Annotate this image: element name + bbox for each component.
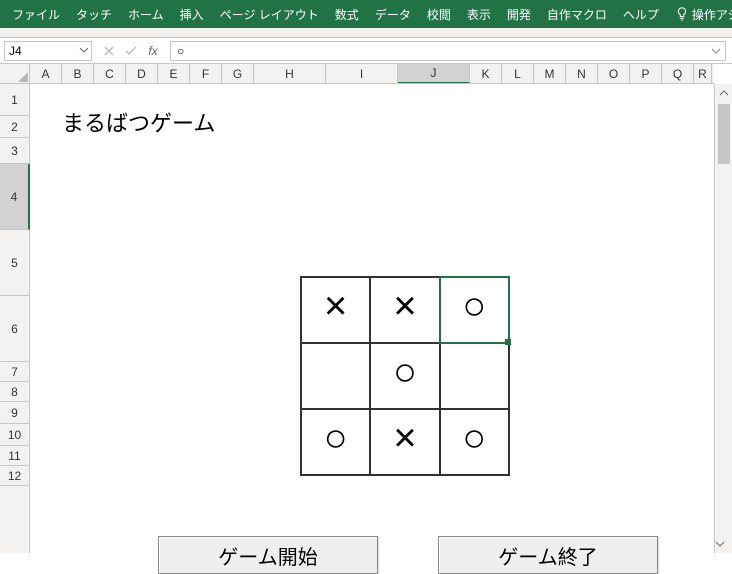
row-header-1[interactable]: 1 [0, 84, 29, 116]
sheet-grid[interactable]: まるばつゲーム × × ○ ○ ○ × ○ ゲーム開始 [30, 84, 714, 553]
ribbon-tab-view[interactable]: 表示 [459, 0, 499, 28]
ribbon-tab-pagelayout[interactable]: ページ レイアウト [212, 0, 327, 28]
ribbon-tab-formulas[interactable]: 数式 [327, 0, 367, 28]
page-title: まるばつゲーム [62, 106, 215, 138]
ribbon-tab-help[interactable]: ヘルプ [615, 0, 667, 28]
column-header-M[interactable]: M [534, 64, 566, 83]
column-header-B[interactable]: B [62, 64, 94, 83]
ttt-cell-J5[interactable] [440, 343, 509, 409]
ttt-cell-H5[interactable] [301, 343, 370, 409]
worksheet-area: ABCDEFGHIJKLMNOPQR 123456789101112 まるばつゲ… [0, 64, 732, 553]
game-end-button[interactable]: ゲーム終了 [438, 536, 658, 574]
column-header-N[interactable]: N [566, 64, 598, 83]
column-header-K[interactable]: K [470, 64, 502, 83]
column-header-L[interactable]: L [502, 64, 534, 83]
enter-formula-button[interactable] [120, 41, 142, 61]
ttt-cell-J6[interactable]: ○ [440, 409, 509, 475]
chevron-down-icon [715, 539, 725, 549]
ribbon-tab-custom-macro[interactable]: 自作マクロ [539, 0, 615, 28]
scroll-up-button[interactable] [715, 84, 732, 102]
tictactoe-board: × × ○ ○ ○ × ○ [300, 276, 510, 476]
chevron-down-icon [79, 45, 89, 55]
row-header-2[interactable]: 2 [0, 116, 29, 138]
row-header-7[interactable]: 7 [0, 362, 29, 382]
column-header-C[interactable]: C [94, 64, 126, 83]
column-header-P[interactable]: P [630, 64, 662, 83]
ttt-cell-J4[interactable]: ○ [440, 277, 509, 343]
lightbulb-icon [675, 7, 689, 21]
formula-value: ○ [177, 44, 184, 58]
row-header-8[interactable]: 8 [0, 382, 29, 402]
triangle-icon [18, 72, 28, 82]
formula-input[interactable]: ○ [170, 41, 726, 61]
column-header-O[interactable]: O [598, 64, 630, 83]
ribbon: ファイル タッチ ホーム 挿入 ページ レイアウト 数式 データ 校閲 表示 開… [0, 0, 732, 28]
ttt-cell-I6[interactable]: × [370, 409, 439, 475]
row-headers: 123456789101112 [0, 84, 30, 553]
row-header-10[interactable]: 10 [0, 424, 29, 446]
chevron-up-icon [719, 88, 729, 98]
scroll-down-button[interactable] [715, 535, 725, 553]
ttt-cell-I4[interactable]: × [370, 277, 439, 343]
row-header-6[interactable]: 6 [0, 296, 29, 362]
column-header-J[interactable]: J [398, 64, 470, 84]
column-header-R[interactable]: R [694, 64, 712, 83]
cancel-formula-button[interactable] [98, 41, 120, 61]
fx-label: fx [148, 44, 157, 58]
column-header-D[interactable]: D [126, 64, 158, 83]
ribbon-tab-review[interactable]: 校閲 [419, 0, 459, 28]
formula-bar: J4 fx ○ [0, 38, 732, 64]
column-header-F[interactable]: F [190, 64, 222, 83]
row-header-5[interactable]: 5 [0, 230, 29, 296]
ribbon-tab-developer[interactable]: 開発 [499, 0, 539, 28]
insert-function-button[interactable]: fx [142, 41, 164, 61]
row-header-3[interactable]: 3 [0, 138, 29, 164]
expand-formula-icon[interactable] [711, 46, 721, 56]
scroll-thumb[interactable] [718, 104, 730, 164]
game-start-button[interactable]: ゲーム開始 [158, 536, 378, 574]
ttt-cell-I5[interactable]: ○ [370, 343, 439, 409]
ribbon-tab-insert[interactable]: 挿入 [172, 0, 212, 28]
column-header-G[interactable]: G [222, 64, 254, 83]
name-box[interactable]: J4 [4, 41, 92, 61]
vertical-scrollbar[interactable] [714, 84, 732, 553]
ribbon-tab-home[interactable]: ホーム [120, 0, 172, 28]
column-header-I[interactable]: I [326, 64, 398, 83]
row-header-9[interactable]: 9 [0, 402, 29, 424]
ttt-cell-H6[interactable]: ○ [301, 409, 370, 475]
column-header-H[interactable]: H [254, 64, 326, 83]
select-all-corner[interactable] [0, 64, 30, 84]
x-icon [103, 45, 115, 57]
column-header-A[interactable]: A [30, 64, 62, 83]
column-header-Q[interactable]: Q [662, 64, 694, 83]
row-header-11[interactable]: 11 [0, 446, 29, 466]
ttt-cell-H4[interactable]: × [301, 277, 370, 343]
column-headers: ABCDEFGHIJKLMNOPQR [30, 64, 714, 84]
row-header-4[interactable]: 4 [0, 164, 30, 230]
tell-me-label: 操作アシス [692, 6, 732, 23]
column-header-E[interactable]: E [158, 64, 190, 83]
row-header-12[interactable]: 12 [0, 466, 29, 486]
ribbon-tab-touch[interactable]: タッチ [68, 0, 120, 28]
tell-me[interactable]: 操作アシス [667, 0, 732, 28]
check-icon [124, 45, 138, 57]
ribbon-tab-data[interactable]: データ [367, 0, 419, 28]
ribbon-tab-file[interactable]: ファイル [4, 0, 68, 28]
name-box-value: J4 [9, 44, 22, 58]
ribbon-collapse-strip [0, 28, 732, 38]
